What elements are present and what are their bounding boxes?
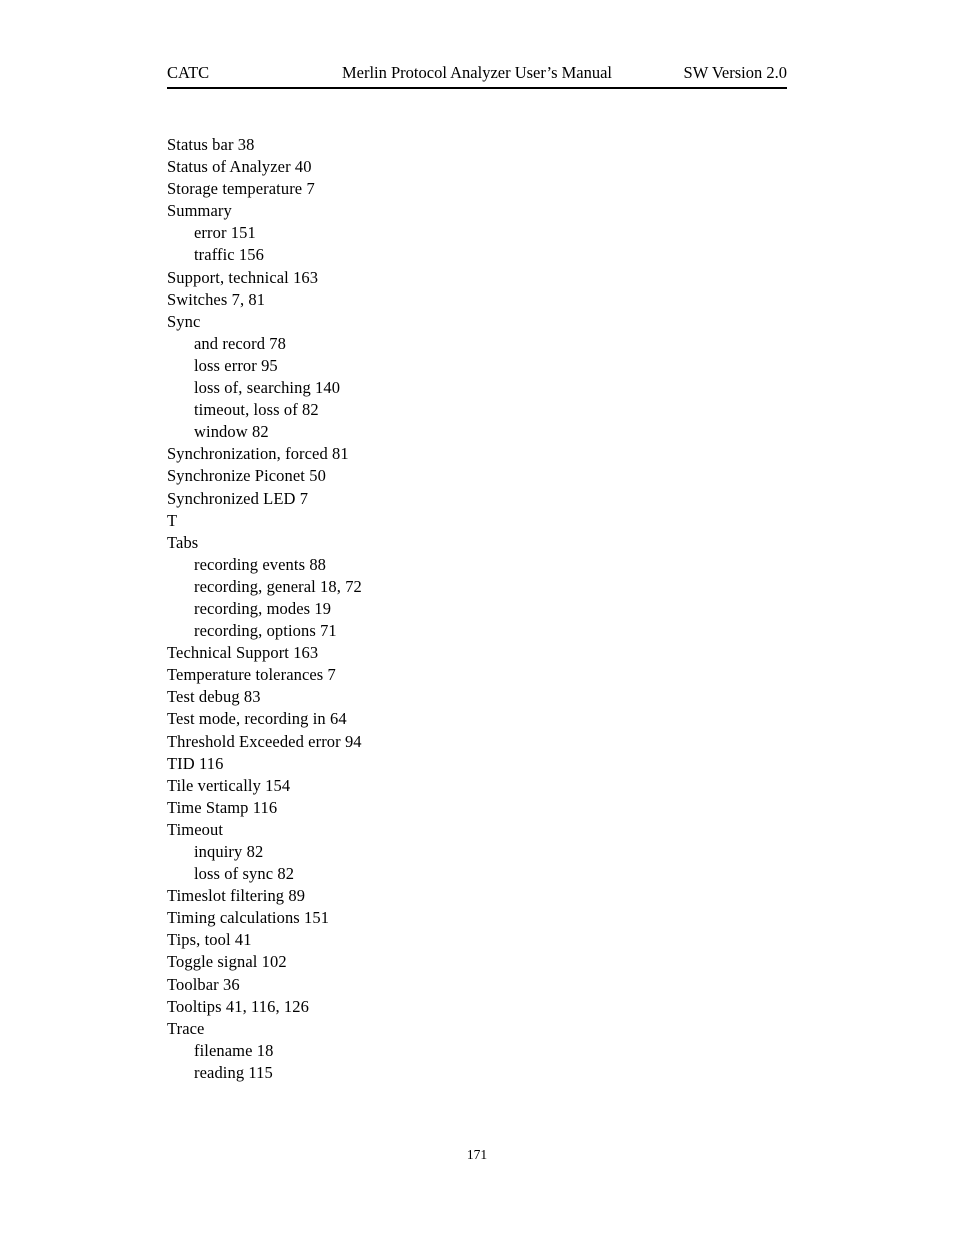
document-page: CATC Merlin Protocol Analyzer User’s Man… — [0, 0, 954, 1235]
index-entry: Synchronized LED 7 — [167, 488, 309, 508]
index-section-letter: T — [167, 510, 178, 530]
index-subentry: and record 78 — [194, 333, 287, 353]
index-subentry: recording, modes 19 — [194, 598, 332, 618]
index-entry: Support, technical 163 — [167, 267, 319, 287]
index-entry: Temperature tolerances 7 — [167, 665, 336, 685]
index-entry: Toolbar 36 — [167, 974, 240, 994]
index-subentry: loss of, searching 140 — [194, 378, 341, 398]
index-subentry: timeout, loss of 82 — [194, 400, 319, 420]
index-entry: Switches 7, 81 — [167, 289, 266, 309]
header-software-version: SW Version 2.0 — [683, 63, 787, 82]
index-subentry: recording, options 71 — [194, 621, 337, 641]
index-subentry: loss of sync 82 — [194, 864, 295, 884]
index-entry: Timeout — [167, 819, 224, 839]
index-entry: Status bar 38 — [167, 135, 255, 154]
index-entry: Technical Support 163 — [167, 643, 319, 663]
index-entry: Test debug 83 — [167, 687, 261, 707]
index-entry: Tips, tool 41 — [167, 930, 252, 950]
index-entry: Tile vertically 154 — [167, 775, 291, 795]
index-entry: Tooltips 41, 116, 126 — [167, 996, 309, 1016]
index-entry: Timing calculations 151 — [167, 908, 330, 928]
index-entry: Time Stamp 116 — [167, 797, 278, 817]
index-subentry: window 82 — [194, 422, 269, 442]
index-entry: Synchronization, forced 81 — [167, 444, 349, 464]
index-entry-list: Status bar 38 Status of Analyzer 40 Storag… — [167, 134, 807, 1084]
header-divider-rule — [167, 87, 787, 89]
index-subentry: error 151 — [194, 223, 256, 243]
index-subentry: loss error 95 — [194, 355, 278, 375]
index-entry: Status of Analyzer 40 — [167, 157, 312, 177]
page-number: 171 — [466, 1147, 488, 1162]
index-entry: Timeslot filtering 89 — [167, 886, 306, 906]
index-entry: Sync — [167, 311, 201, 331]
index-entry: Toggle signal 102 — [167, 952, 287, 972]
index-entry: Tabs — [167, 532, 199, 552]
index-subentry: traffic 156 — [194, 245, 264, 265]
index-subentry: filename 18 — [194, 1040, 274, 1060]
index-entry: Summary — [167, 201, 232, 221]
index-entry: Synchronize Piconet 50 — [167, 466, 326, 486]
index-subentry: recording, general 18, 72 — [194, 576, 362, 596]
index-entry: TID 116 — [167, 753, 224, 773]
index-subentry: reading 115 — [194, 1062, 273, 1082]
index-subentry: inquiry 82 — [194, 842, 264, 861]
index-entry: Threshold Exceeded error 94 — [167, 731, 362, 751]
index-entry: Trace — [167, 1018, 205, 1038]
index-entry: Storage temperature 7 — [167, 179, 315, 199]
index-subentry: recording events 88 — [194, 554, 327, 574]
running-header: CATC Merlin Protocol Analyzer User’s Man… — [167, 62, 787, 88]
index-entry: Test mode, recording in 64 — [167, 709, 347, 729]
